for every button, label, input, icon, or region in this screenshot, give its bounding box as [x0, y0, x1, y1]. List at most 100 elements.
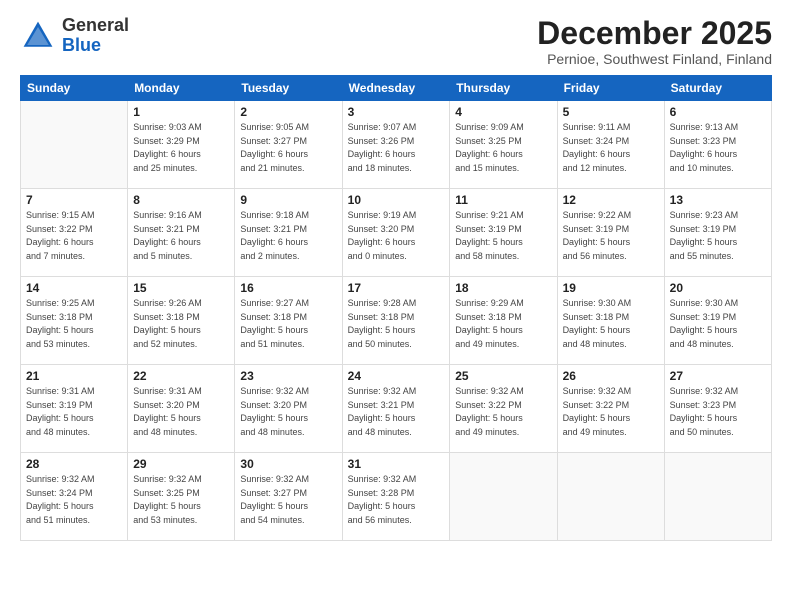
day-info: Sunrise: 9:21 AM Sunset: 3:19 PM Dayligh… [455, 209, 551, 263]
table-row [450, 453, 557, 541]
day-number: 10 [348, 193, 445, 207]
day-info: Sunrise: 9:16 AM Sunset: 3:21 PM Dayligh… [133, 209, 229, 263]
day-number: 12 [563, 193, 659, 207]
table-row: 6 Sunrise: 9:13 AM Sunset: 3:23 PM Daylig… [664, 101, 771, 189]
day-number: 2 [240, 105, 336, 119]
day-number: 23 [240, 369, 336, 383]
day-number: 3 [348, 105, 445, 119]
table-row: 9 Sunrise: 9:18 AM Sunset: 3:21 PM Daylig… [235, 189, 342, 277]
title-block: December 2025 Pernioe, Southwest Finland… [537, 16, 772, 67]
calendar-header-row: Sunday Monday Tuesday Wednesday Thursday… [21, 76, 772, 101]
logo-text: General Blue [62, 16, 129, 56]
table-row: 29 Sunrise: 9:32 AM Sunset: 3:25 PM Dayli… [128, 453, 235, 541]
table-row: 2Sunrise: 9:05 AM Sunset: 3:27 PM Daylig… [235, 101, 342, 189]
day-info: Sunrise: 9:23 AM Sunset: 3:19 PM Dayligh… [670, 209, 766, 263]
table-row: 15Sunrise: 9:26 AM Sunset: 3:18 PM Dayli… [128, 277, 235, 365]
table-row: 24 Sunrise: 9:32 AM Sunset: 3:21 PM Dayli… [342, 365, 450, 453]
month-title: December 2025 [537, 16, 772, 51]
col-thursday: Thursday [450, 76, 557, 101]
day-number: 24 [348, 369, 445, 383]
day-number: 26 [563, 369, 659, 383]
calendar-week-row: 7 Sunrise: 9:15 AM Sunset: 3:22 PM Daylig… [21, 189, 772, 277]
col-saturday: Saturday [664, 76, 771, 101]
table-row: 12 Sunrise: 9:22 AM Sunset: 3:19 PM Dayli… [557, 189, 664, 277]
day-number: 21 [26, 369, 122, 383]
table-row: 13 Sunrise: 9:23 AM Sunset: 3:19 PM Dayli… [664, 189, 771, 277]
day-info: Sunrise: 9:32 AM Sunset: 3:23 PM Dayligh… [670, 385, 766, 439]
day-info: Sunrise: 9:15 AM Sunset: 3:22 PM Dayligh… [26, 209, 122, 263]
day-info: Sunrise: 9:22 AM Sunset: 3:19 PM Dayligh… [563, 209, 659, 263]
day-number: 20 [670, 281, 766, 295]
table-row: 10 Sunrise: 9:19 AM Sunset: 3:20 PM Dayli… [342, 189, 450, 277]
day-number: 13 [670, 193, 766, 207]
day-info: Sunrise: 9:32 AM Sunset: 3:22 PM Dayligh… [455, 385, 551, 439]
table-row: 20 Sunrise: 9:30 AM Sunset: 3:19 PM Dayli… [664, 277, 771, 365]
logo-blue-text: Blue [62, 35, 101, 55]
col-tuesday: Tuesday [235, 76, 342, 101]
day-number: 7 [26, 193, 122, 207]
day-info: Sunrise: 9:32 AM Sunset: 3:25 PM Dayligh… [133, 473, 229, 527]
day-number: 28 [26, 457, 122, 471]
col-monday: Monday [128, 76, 235, 101]
calendar-week-row: 1Sunrise: 9:03 AM Sunset: 3:29 PM Daylig… [21, 101, 772, 189]
location-subtitle: Pernioe, Southwest Finland, Finland [537, 51, 772, 67]
day-info: Sunrise: 9:32 AM Sunset: 3:20 PM Dayligh… [240, 385, 336, 439]
table-row: 7 Sunrise: 9:15 AM Sunset: 3:22 PM Daylig… [21, 189, 128, 277]
day-number: 11 [455, 193, 551, 207]
table-row: 4 Sunrise: 9:09 AM Sunset: 3:25 PM Daylig… [450, 101, 557, 189]
table-row: 26 Sunrise: 9:32 AM Sunset: 3:22 PM Dayli… [557, 365, 664, 453]
day-number: 16 [240, 281, 336, 295]
day-info: Sunrise: 9:32 AM Sunset: 3:28 PM Dayligh… [348, 473, 445, 527]
day-info: Sunrise: 9:18 AM Sunset: 3:21 PM Dayligh… [240, 209, 336, 263]
day-info: Sunrise: 9:30 AM Sunset: 3:19 PM Dayligh… [670, 297, 766, 351]
day-info: Sunrise: 9:26 AM Sunset: 3:18 PM Dayligh… [133, 297, 229, 351]
table-row: 18Sunrise: 9:29 AM Sunset: 3:18 PM Dayli… [450, 277, 557, 365]
table-row: 22 Sunrise: 9:31 AM Sunset: 3:20 PM Dayli… [128, 365, 235, 453]
day-info: Sunrise: 9:11 AM Sunset: 3:24 PM Dayligh… [563, 121, 659, 175]
day-info: Sunrise: 9:32 AM Sunset: 3:22 PM Dayligh… [563, 385, 659, 439]
table-row: 23 Sunrise: 9:32 AM Sunset: 3:20 PM Dayli… [235, 365, 342, 453]
table-row: 17Sunrise: 9:28 AM Sunset: 3:18 PM Dayli… [342, 277, 450, 365]
day-number: 31 [348, 457, 445, 471]
day-info: Sunrise: 9:27 AM Sunset: 3:18 PM Dayligh… [240, 297, 336, 351]
calendar-week-row: 28 Sunrise: 9:32 AM Sunset: 3:24 PM Dayli… [21, 453, 772, 541]
day-number: 18 [455, 281, 551, 295]
day-info: Sunrise: 9:31 AM Sunset: 3:20 PM Dayligh… [133, 385, 229, 439]
day-number: 1 [133, 105, 229, 119]
table-row: 28 Sunrise: 9:32 AM Sunset: 3:24 PM Dayli… [21, 453, 128, 541]
day-number: 17 [348, 281, 445, 295]
col-wednesday: Wednesday [342, 76, 450, 101]
day-number: 27 [670, 369, 766, 383]
day-number: 6 [670, 105, 766, 119]
day-number: 29 [133, 457, 229, 471]
day-info: Sunrise: 9:13 AM Sunset: 3:23 PM Dayligh… [670, 121, 766, 175]
day-info: Sunrise: 9:07 AM Sunset: 3:26 PM Dayligh… [348, 121, 445, 175]
table-row: 25 Sunrise: 9:32 AM Sunset: 3:22 PM Dayli… [450, 365, 557, 453]
table-row: 27 Sunrise: 9:32 AM Sunset: 3:23 PM Dayli… [664, 365, 771, 453]
table-row [664, 453, 771, 541]
day-info: Sunrise: 9:19 AM Sunset: 3:20 PM Dayligh… [348, 209, 445, 263]
table-row [557, 453, 664, 541]
table-row: 1Sunrise: 9:03 AM Sunset: 3:29 PM Daylig… [128, 101, 235, 189]
col-sunday: Sunday [21, 76, 128, 101]
day-info: Sunrise: 9:09 AM Sunset: 3:25 PM Dayligh… [455, 121, 551, 175]
day-number: 9 [240, 193, 336, 207]
table-row: 16 Sunrise: 9:27 AM Sunset: 3:18 PM Dayli… [235, 277, 342, 365]
table-row: 11 Sunrise: 9:21 AM Sunset: 3:19 PM Dayli… [450, 189, 557, 277]
day-info: Sunrise: 9:32 AM Sunset: 3:24 PM Dayligh… [26, 473, 122, 527]
day-info: Sunrise: 9:32 AM Sunset: 3:21 PM Dayligh… [348, 385, 445, 439]
day-number: 8 [133, 193, 229, 207]
day-number: 4 [455, 105, 551, 119]
table-row: 3 Sunrise: 9:07 AM Sunset: 3:26 PM Daylig… [342, 101, 450, 189]
day-number: 25 [455, 369, 551, 383]
day-info: Sunrise: 9:31 AM Sunset: 3:19 PM Dayligh… [26, 385, 122, 439]
table-row: 14Sunrise: 9:25 AM Sunset: 3:18 PM Dayli… [21, 277, 128, 365]
day-number: 22 [133, 369, 229, 383]
table-row [21, 101, 128, 189]
table-row: 8 Sunrise: 9:16 AM Sunset: 3:21 PM Daylig… [128, 189, 235, 277]
header: General Blue December 2025 Pernioe, Sout… [20, 16, 772, 67]
logo-icon [20, 18, 56, 54]
table-row: 31 Sunrise: 9:32 AM Sunset: 3:28 PM Dayli… [342, 453, 450, 541]
logo-general-text: General [62, 15, 129, 35]
day-info: Sunrise: 9:25 AM Sunset: 3:18 PM Dayligh… [26, 297, 122, 351]
